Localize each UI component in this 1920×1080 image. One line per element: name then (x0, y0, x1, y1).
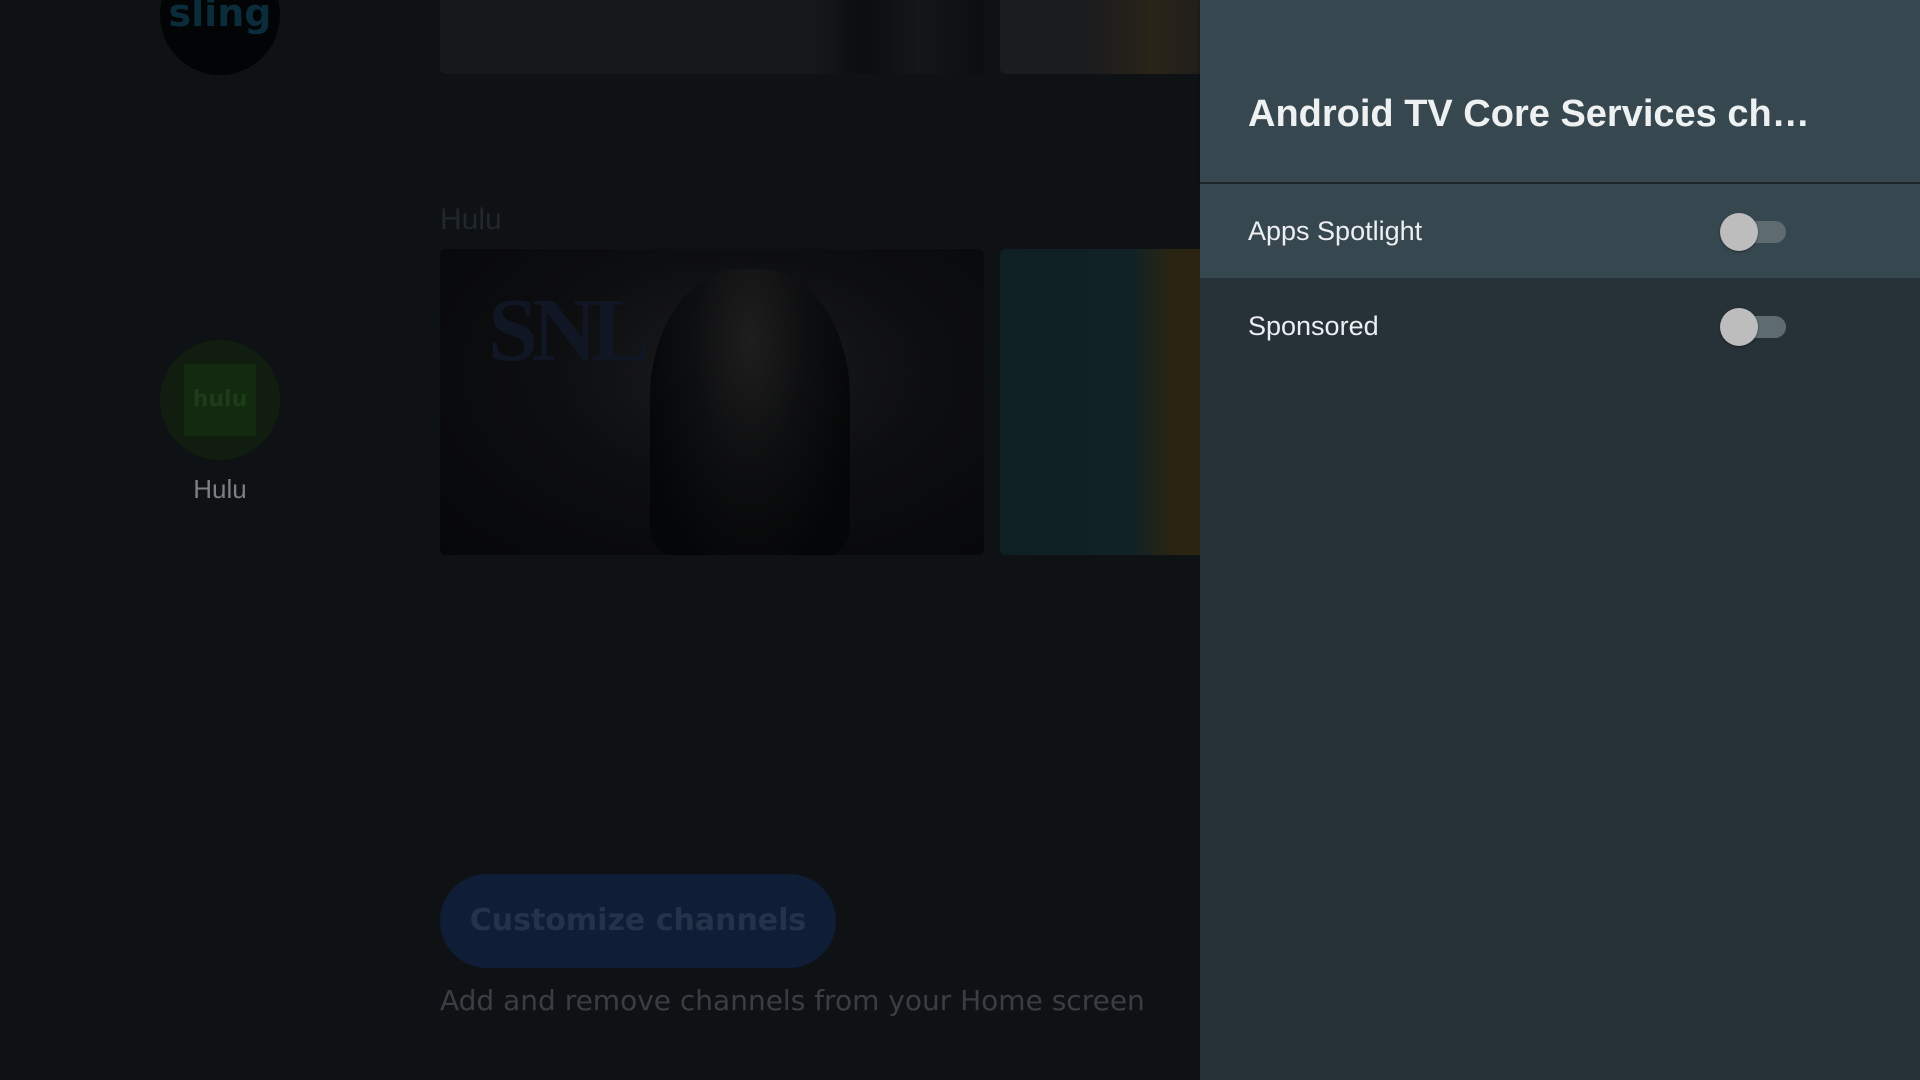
toggle-thumb (1720, 308, 1758, 346)
setting-row-apps-spotlight[interactable]: Apps Spotlight (1200, 184, 1920, 278)
channel-settings-panel: Android TV Core Services ch… Apps Spotli… (1200, 0, 1920, 1080)
hulu-app-icon[interactable]: hulu (160, 340, 280, 460)
hulu-app-label: Hulu (193, 474, 247, 504)
program-thumbnail-image (650, 269, 850, 555)
snl-art-text: SNL (488, 281, 651, 380)
screen: sling Hulu hulu Hulu SNL Customize chann… (0, 0, 1920, 1080)
hulu-program-card[interactable]: SNL (440, 249, 984, 555)
apps-spotlight-toggle[interactable] (1720, 213, 1786, 251)
customize-channels-button[interactable]: Customize channels (440, 874, 836, 968)
hulu-program-card[interactable] (1000, 249, 1200, 555)
channel-card[interactable] (1000, 0, 1200, 74)
toggle-thumb (1720, 213, 1758, 251)
hulu-row-title: Hulu (440, 203, 502, 236)
channel-card[interactable] (440, 0, 984, 74)
sling-logo-text: sling (168, 0, 272, 35)
panel-header: Android TV Core Services ch… (1200, 0, 1920, 182)
setting-label: Apps Spotlight (1248, 216, 1423, 246)
panel-title: Android TV Core Services ch… (1248, 93, 1810, 135)
sling-app-icon[interactable]: sling (160, 0, 280, 75)
sponsored-toggle[interactable] (1720, 308, 1786, 346)
setting-label: Sponsored (1248, 311, 1379, 341)
home-screen-background: sling Hulu hulu Hulu SNL Customize chann… (0, 0, 1200, 1080)
setting-row-sponsored[interactable]: Sponsored (1200, 279, 1920, 373)
hulu-logo-text: hulu (184, 364, 256, 436)
customize-channels-description: Add and remove channels from your Home s… (440, 984, 1145, 1017)
